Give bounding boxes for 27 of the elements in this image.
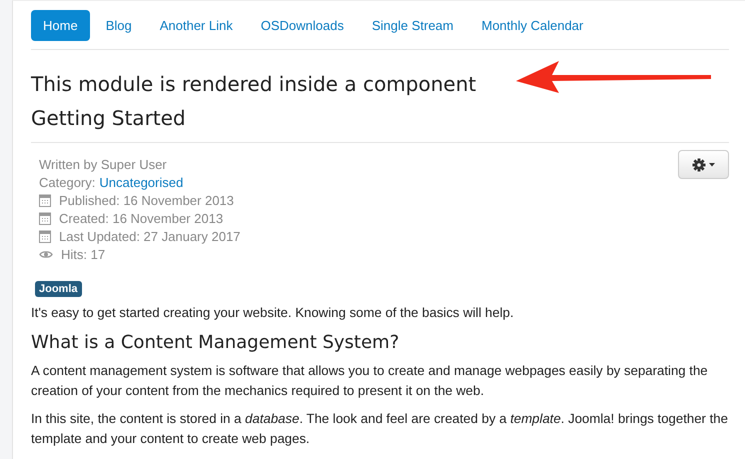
paragraph: In this site, the content is stored in a database. The look and feel are created by a template. Joomla! brings together the template and your content to create web pages. — [31, 410, 729, 448]
category-link[interactable]: Uncategorised — [99, 174, 184, 190]
nav-tab[interactable]: Blog — [94, 10, 144, 41]
settings-button[interactable] — [678, 150, 729, 179]
meta-text: Created: 16 November 2013 — [59, 210, 224, 226]
nav-tab[interactable]: Single Stream — [360, 10, 466, 41]
caret-icon — [709, 162, 715, 166]
calendar-icon — [39, 230, 51, 242]
calendar-icon — [39, 194, 51, 206]
nav-tab[interactable]: Monthly Calendar — [469, 10, 596, 41]
meta-text: Written by Super User — [39, 156, 167, 172]
nav-tab[interactable]: Another Link — [148, 10, 245, 41]
category-label: Category: — [39, 174, 96, 190]
eye-icon — [39, 250, 53, 258]
nav-tab[interactable]: OSDownloads — [248, 10, 356, 41]
tag-label[interactable]: Joomla — [35, 281, 82, 297]
article-title: Getting Started — [31, 106, 186, 130]
calendar-icon — [39, 212, 51, 224]
meta-text: Published: 16 November 2013 — [59, 192, 234, 208]
gear-icon — [692, 158, 706, 172]
module-title: This module is rendered inside a component — [31, 72, 476, 96]
nav-tab[interactable]: Home — [31, 10, 90, 41]
meta-text: Last Updated: 27 January 2017 — [59, 228, 240, 244]
section-heading: What is a Content Management System? — [31, 332, 400, 353]
paragraph: A content management system is software that allows you to create and manage webpages easily by separating the creation of your content from the mechanics required to present it on the web. — [31, 362, 709, 400]
intro-text: It's easy to get started creating your website. Knowing some of the basics will help. — [31, 304, 515, 322]
meta-text: Hits: 17 — [61, 246, 106, 262]
